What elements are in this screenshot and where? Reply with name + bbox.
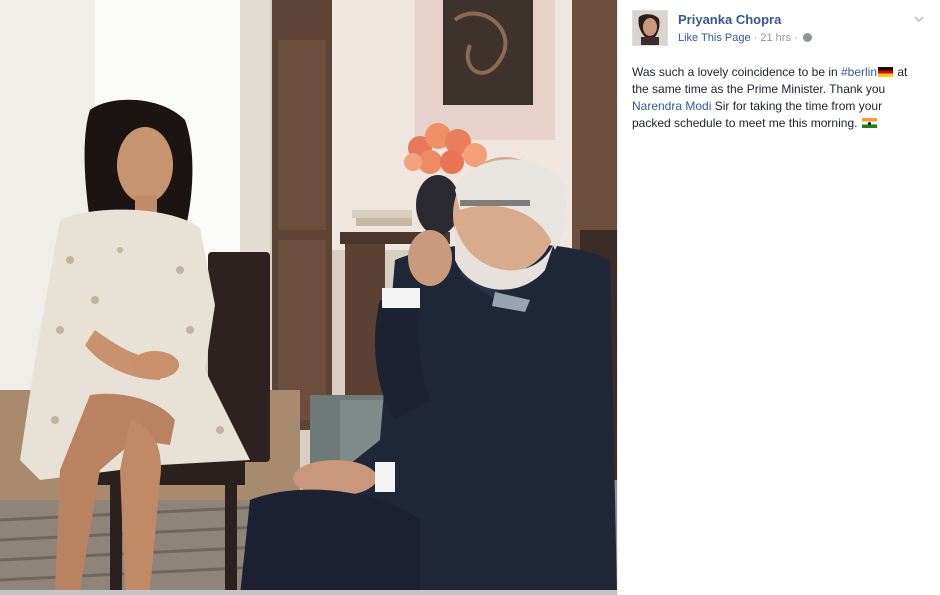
meta-separator-2: · <box>794 32 798 44</box>
post-meta: Like This Page · 21 hrs · <box>678 32 812 44</box>
photo-illustration <box>0 0 617 595</box>
post-text-part-1: Was such a lovely coincidence to be in <box>632 65 841 79</box>
mention-link[interactable]: Narendra Modi <box>632 99 711 113</box>
avatar[interactable] <box>632 10 668 46</box>
photo-theater: Priyanka Chopra Like This Page · 21 hrs … <box>0 0 940 595</box>
meta-separator: · <box>753 32 758 44</box>
germany-flag-icon <box>878 67 894 77</box>
like-page-link[interactable]: Like This Page <box>678 32 751 44</box>
post-photo[interactable] <box>0 0 617 595</box>
chevron-down-icon[interactable] <box>914 14 924 24</box>
post-text: Was such a lovely coincidence to be in #… <box>632 64 922 132</box>
post-sidebar: Priyanka Chopra Like This Page · 21 hrs … <box>617 0 940 595</box>
post-header: Priyanka Chopra Like This Page · 21 hrs … <box>632 10 926 50</box>
india-flag-icon <box>861 118 877 128</box>
post-timestamp[interactable]: 21 hrs <box>760 32 791 44</box>
globe-icon <box>802 33 812 42</box>
avatar-image <box>633 11 667 45</box>
page-name[interactable]: Priyanka Chopra <box>678 12 781 27</box>
hashtag-link[interactable]: #berlin <box>841 65 877 79</box>
